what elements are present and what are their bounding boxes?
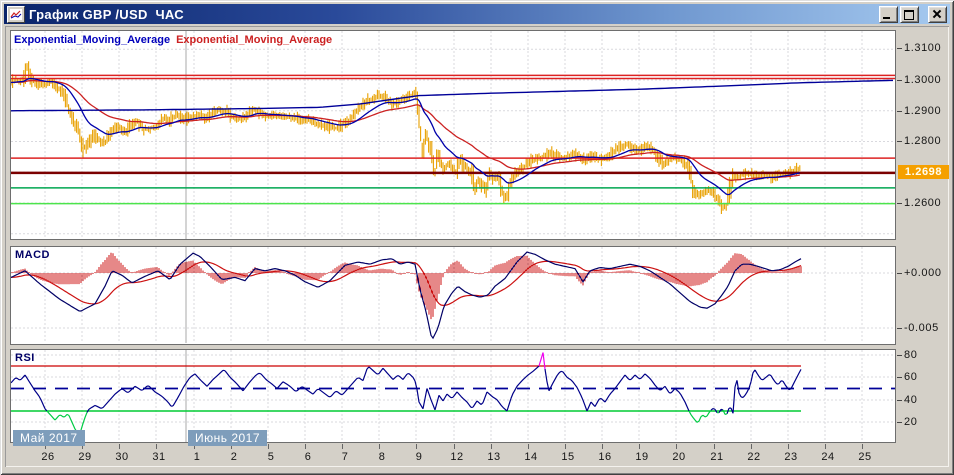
date-axis-tick [788,444,789,449]
date-axis-tick [825,444,826,449]
price-axis-tick [897,203,902,204]
month-label-may: Май 2017 [13,430,85,446]
price-axis-label: 1.2800 [904,134,941,148]
ema-fast-line [11,79,800,195]
date-label: 25 [852,451,878,463]
date-label: 24 [815,451,841,463]
rsi-axis-label: 60 [904,370,917,384]
macd-label: MACD [15,249,50,261]
rsi-label: RSI [15,352,35,364]
long-ema-line [11,80,893,110]
rsi-axis-tick [897,422,902,423]
macd-axis-label: +0.000 [904,266,942,280]
price-axis-label: 1.2900 [904,104,941,118]
date-axis-tick [454,444,455,449]
date-label: 8 [369,451,395,463]
rsi-axis-label: 20 [904,415,917,429]
date-label: 23 [778,451,804,463]
date-label: 13 [481,451,507,463]
rsi-panel[interactable]: RSI [10,349,896,443]
price-axis-tick [897,111,902,112]
date-label: 26 [35,451,61,463]
date-axis-tick [156,444,157,449]
date-label: 19 [629,451,655,463]
minimize-icon [883,17,890,19]
date-axis-tick [342,444,343,449]
rsi-chart-canvas[interactable] [11,350,895,442]
price-axis-label: 1.3000 [904,73,941,87]
macd-axis-tick [897,328,902,329]
price-axis-label: 1.2600 [904,196,941,210]
rsi-axis-tick [897,400,902,401]
date-label: 21 [704,451,730,463]
chart-window: График GBP /USD ЧАС Exponential_Moving_A… [0,0,954,475]
date-axis-tick [751,444,752,449]
minimize-button[interactable] [879,6,898,23]
price-bars [11,61,800,214]
date-label: 9 [406,451,432,463]
date-label: 14 [518,451,544,463]
date-label: 20 [666,451,692,463]
indicator-legend: Exponential_Moving_Average Exponential_Mo… [14,34,332,46]
price-panel[interactable]: Exponential_Moving_Average Exponential_Mo… [10,30,896,240]
price-chart-canvas[interactable] [11,31,895,239]
month-label-june: Июнь 2017 [188,430,267,446]
date-label: 30 [109,451,135,463]
date-axis-tick [676,444,677,449]
price-axis-tick [897,80,902,81]
rsi-axis-tick [897,377,902,378]
date-label: 22 [741,451,767,463]
macd-line [11,252,801,338]
date-label: 31 [146,451,172,463]
date-label: 29 [72,451,98,463]
date-label: 6 [295,451,321,463]
rsi-axis-label: 40 [904,393,917,407]
price-axis-label: 1.3100 [904,41,941,55]
price-axis-tick [897,48,902,49]
date-label: 16 [592,451,618,463]
window-title: График GBP /USD ЧАС [29,7,184,22]
macd-axis-tick [897,273,902,274]
price-axis-tick [897,141,902,142]
date-label: 7 [332,451,358,463]
date-label: 1 [184,451,210,463]
date-axis-tick [416,444,417,449]
macd-panel[interactable]: MACD [10,246,896,345]
chart-icon-glyph [10,9,22,20]
macd-signal-line [11,261,801,305]
date-axis-tick [379,444,380,449]
rsi-line [11,366,801,414]
date-axis-tick [862,444,863,449]
date-axis-tick [565,444,566,449]
date-axis-tick [714,444,715,449]
ema-slow-legend-label: Exponential_Moving_Average [176,34,332,46]
date-axis-tick [268,444,269,449]
date-label: 12 [444,451,470,463]
current-price-flag: 1.2698 [898,165,949,179]
rsi-line-oversold-segment [47,410,727,433]
date-label: 15 [555,451,581,463]
date-axis-tick [305,444,306,449]
chart-app-icon [7,6,25,23]
window-controls [877,6,947,21]
maximize-icon [904,10,914,20]
close-button[interactable] [928,6,947,23]
date-label: 5 [258,451,284,463]
title-bar[interactable]: График GBP /USD ЧАС [4,4,950,24]
date-axis-tick [528,444,529,449]
maximize-button[interactable] [900,6,919,23]
ema-fast-legend-label: Exponential_Moving_Average [14,34,170,46]
rsi-axis-tick [897,355,902,356]
macd-axis-label: -0.005 [904,321,939,335]
date-label: 2 [221,451,247,463]
date-axis-tick [119,444,120,449]
date-axis-tick [491,444,492,449]
date-axis-tick [639,444,640,449]
macd-chart-canvas[interactable] [11,247,895,344]
date-axis-tick [602,444,603,449]
rsi-axis-label: 80 [904,348,917,362]
